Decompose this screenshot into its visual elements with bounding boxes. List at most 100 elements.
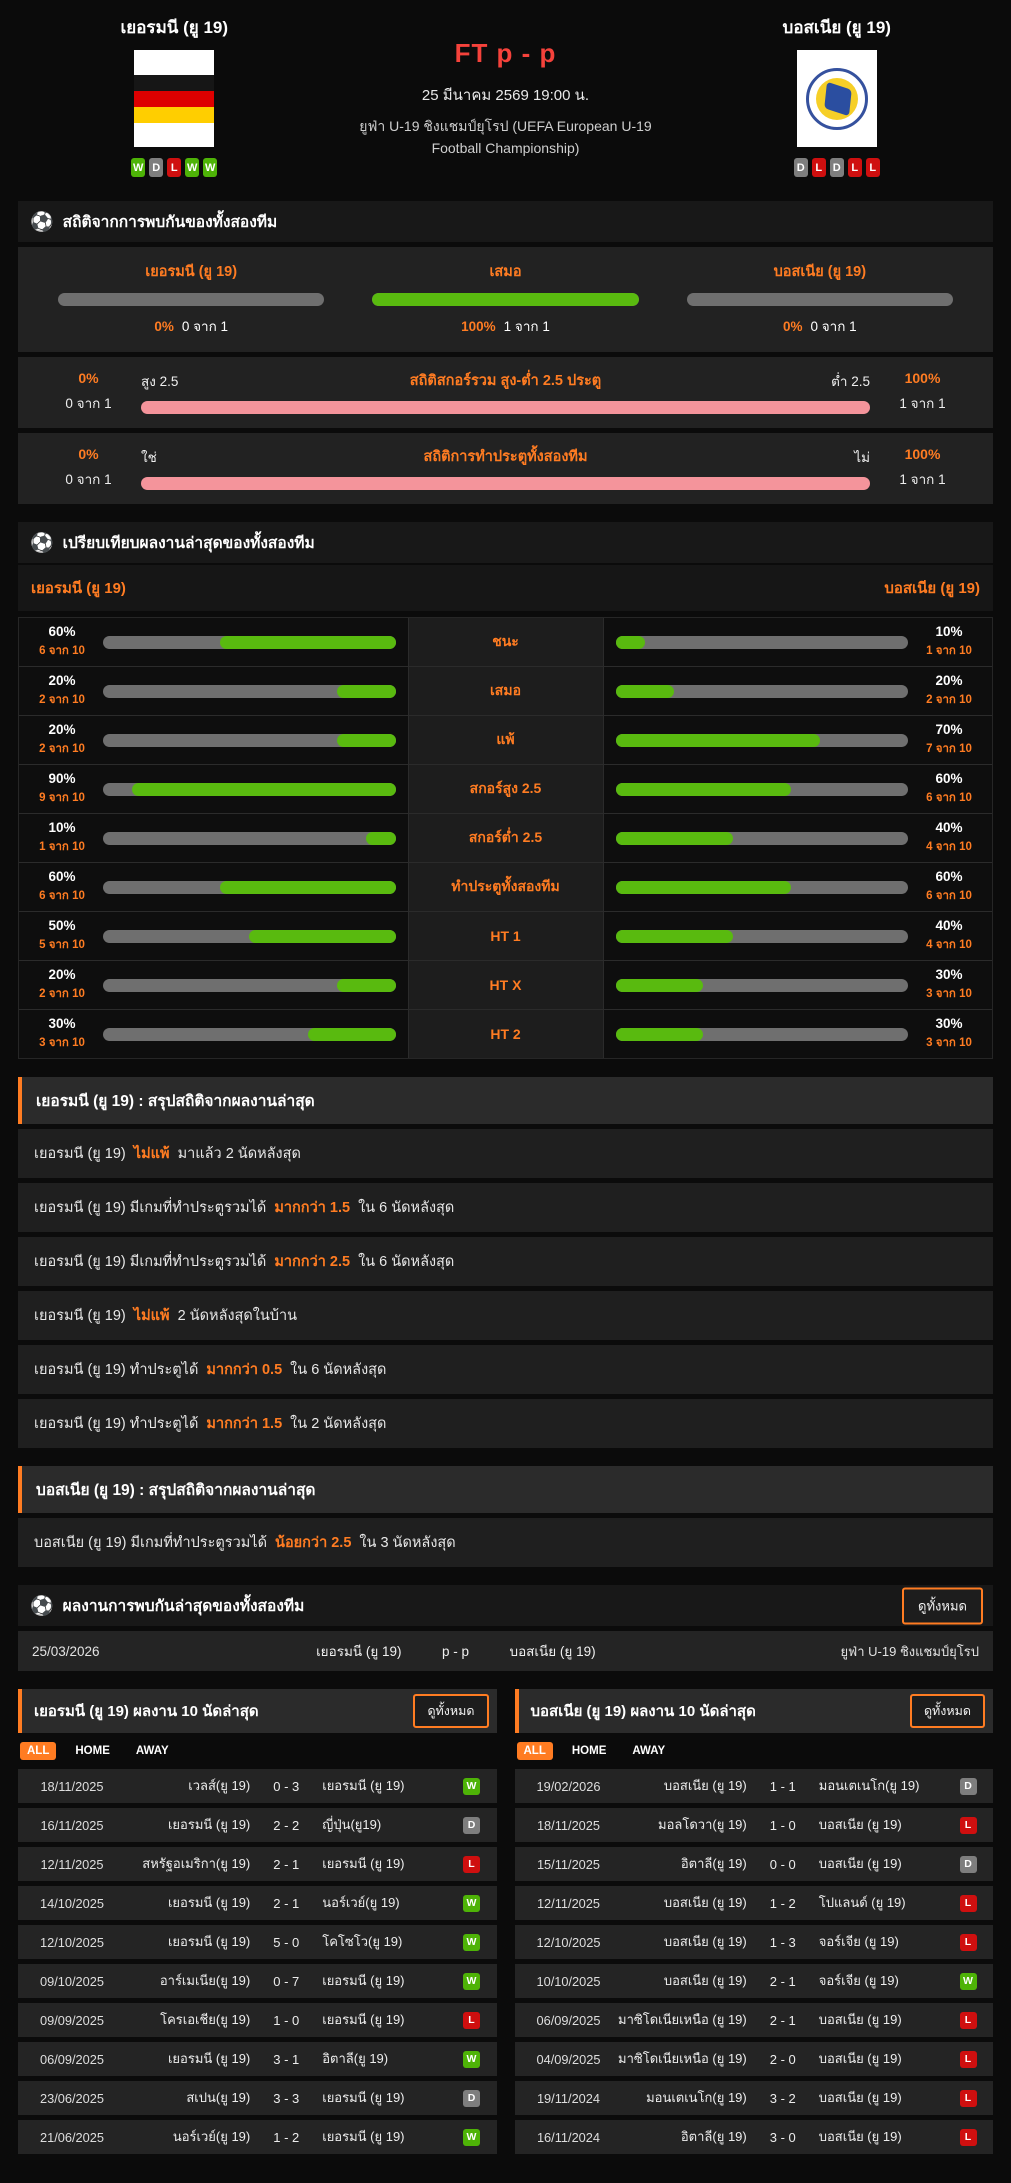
match-date: 12/11/2025 <box>525 1896 613 1911</box>
match-score: p - p <box>416 1644 496 1659</box>
match-row[interactable]: 06/09/2025มาซิโดเนียเหนือ (ยู 19)2 - 1บอ… <box>515 2003 994 2037</box>
result-badge-wrap: L <box>953 1817 983 1834</box>
ou-bar-block: สูง 2.5 สถิติสกอร์รวม สูง-ต่ำ 2.5 ประตู … <box>141 369 870 414</box>
home-stat-values: 50%5 จาก 10 <box>31 918 93 954</box>
h2h-result-card: เยอรมนี (ยู 19) 0%0 จาก 1 เสมอ 100%1 จาก… <box>18 247 993 352</box>
away-filter-tabs: ALL HOME AWAY <box>515 1733 994 1769</box>
match-row[interactable]: 12/11/2025สหรัฐอเมริกา(ยู 19)2 - 1เยอรมน… <box>18 1847 497 1881</box>
match-row[interactable]: 23/06/2025สเปน(ยู 19)3 - 3เยอรมนี (ยู 19… <box>18 2081 497 2115</box>
match-row[interactable]: 15/11/2025อิตาลี(ยู 19)0 - 0บอสเนีย (ยู … <box>515 1847 994 1881</box>
match-row[interactable]: 19/02/2026บอสเนีย (ยู 19)1 - 1มอนเตเนโก(… <box>515 1769 994 1803</box>
home-count: 1 จาก 10 <box>31 838 93 856</box>
match-score: 0 - 3 <box>260 1779 312 1794</box>
home-team: บอสเนีย (ยู 19) <box>613 1973 757 1990</box>
home-stat-values: 90%9 จาก 10 <box>31 771 93 807</box>
away-stat-side: 60%6 จาก 10 <box>604 765 993 813</box>
result-badge-wrap: W <box>953 1973 983 1990</box>
match-row[interactable]: 14/10/2025เยอรมนี (ยู 19)2 - 1นอร์เวย์(ย… <box>18 1886 497 1920</box>
football-icon: ⚽ <box>30 210 54 234</box>
tab-away[interactable]: AWAY <box>129 1742 176 1760</box>
match-row[interactable]: 16/11/2025เยอรมนี (ยู 19)2 - 2ญี่ปุ่น(ยู… <box>18 1808 497 1842</box>
home-team: เยอรมนี (ยู 19) <box>182 1640 416 1662</box>
away-team: บอสเนีย (ยู 19) <box>809 2051 953 2068</box>
tab-home[interactable]: HOME <box>68 1742 117 1760</box>
match-row[interactable]: 18/11/2025เวลส์(ยู 19)0 - 3เยอรมนี (ยู 1… <box>18 1769 497 1803</box>
away-bar-fill <box>616 1028 704 1041</box>
view-all-button[interactable]: ดูทั้งหมด <box>413 1694 488 1728</box>
result-badge: L <box>960 2012 977 2029</box>
home-last10-header: เยอรมนี (ยู 19) ผลงาน 10 นัดล่าสุด ดูทั้… <box>18 1689 497 1733</box>
match-score: 1 - 0 <box>260 2013 312 2028</box>
home-stat-values: 30%3 จาก 10 <box>31 1016 93 1052</box>
tab-away[interactable]: AWAY <box>625 1742 672 1760</box>
tab-home[interactable]: HOME <box>565 1742 614 1760</box>
match-row[interactable]: 06/09/2025เยอรมนี (ยู 19)3 - 1อิตาลี(ยู … <box>18 2042 497 2076</box>
home-stat-side: 90%9 จาก 10 <box>19 765 408 813</box>
match-row[interactable]: 10/10/2025บอสเนีย (ยู 19)2 - 1จอร์เจีย (… <box>515 1964 994 1998</box>
home-stat-side: 60%6 จาก 10 <box>19 863 408 911</box>
match-score: 2 - 2 <box>260 1818 312 1833</box>
match-row[interactable]: 04/09/2025มาซิโดเนียเหนือ (ยู 19)2 - 0บอ… <box>515 2042 994 2076</box>
away-stat-values: 30%3 จาก 10 <box>918 967 980 1003</box>
match-row[interactable]: 16/11/2024อิตาลี(ยู 19)3 - 0บอสเนีย (ยู … <box>515 2120 994 2154</box>
btts-no-label: ไม่ <box>588 446 870 468</box>
bosnia-crest-icon <box>797 50 877 147</box>
view-all-button[interactable]: ดูทั้งหมด <box>902 1587 983 1624</box>
result-badge: L <box>960 1817 977 1834</box>
match-row[interactable]: 09/09/2025โครเอเชีย(ยู 19)1 - 0เยอรมนี (… <box>18 2003 497 2037</box>
away-team: ญี่ปุ่น(ยู19) <box>312 1817 456 1834</box>
result-badge: L <box>960 2129 977 2146</box>
match-row[interactable]: 12/11/2025บอสเนีย (ยู 19)1 - 2โปแลนด์ (ย… <box>515 1886 994 1920</box>
h2h-match-row[interactable]: 25/03/2026 เยอรมนี (ยู 19) p - p บอสเนีย… <box>18 1631 993 1671</box>
match-score: 2 - 1 <box>260 1896 312 1911</box>
match-row[interactable]: 21/06/2025นอร์เวย์(ยู 19)1 - 2เยอรมนี (ย… <box>18 2120 497 2154</box>
h2h-home-bar <box>58 293 324 306</box>
match-score: 2 - 1 <box>757 1974 809 1989</box>
away-stat-side: 20%2 จาก 10 <box>604 667 993 715</box>
form-result-badge: D <box>149 158 163 177</box>
match-row[interactable]: 12/10/2025บอสเนีย (ยู 19)1 - 3จอร์เจีย (… <box>515 1925 994 1959</box>
form-result-badge: D <box>830 158 844 177</box>
match-row[interactable]: 19/11/2024มอนเตเนโก(ยู 19)3 - 2บอสเนีย (… <box>515 2081 994 2115</box>
away-count: 2 จาก 10 <box>918 691 980 709</box>
h2h-draw-cell: เสมอ 100%1 จาก 1 <box>372 260 638 337</box>
match-date: 16/11/2025 <box>28 1818 116 1833</box>
match-row[interactable]: 09/10/2025อาร์เมเนีย(ยู 19)0 - 7เยอรมนี … <box>18 1964 497 1998</box>
home-stat-side: 20%2 จาก 10 <box>19 716 408 764</box>
result-badge-wrap: W <box>457 2129 487 2146</box>
home-stat-bar <box>103 979 396 992</box>
summary-highlight: น้อยกว่า 2.5 <box>275 1535 351 1551</box>
ou-title: สถิติสกอร์รวม สูง-ต่ำ 2.5 ประตู <box>410 369 601 392</box>
tab-all[interactable]: ALL <box>517 1742 553 1760</box>
home-count: 6 จาก 10 <box>31 642 93 660</box>
result-badge-wrap: W <box>457 1778 487 1795</box>
away-percent: 30% <box>918 1016 980 1031</box>
btts-yes-label: ใช่ <box>141 446 423 468</box>
result-badge-wrap: L <box>953 1895 983 1912</box>
summary-highlight: มากกว่า 0.5 <box>206 1362 282 1378</box>
away-team: เยอรมนี (ยู 19) <box>312 1973 456 1990</box>
away-count: 3 จาก 10 <box>918 1034 980 1052</box>
result-badge-wrap: D <box>457 2090 487 2107</box>
home-stat-side: 20%2 จาก 10 <box>19 961 408 1009</box>
home-team: เยอรมนี (ยู 19) <box>116 1934 260 1951</box>
away-bar-fill <box>616 734 821 747</box>
home-count: 3 จาก 10 <box>31 1034 93 1052</box>
summary-highlight: มากกว่า 1.5 <box>274 1200 350 1216</box>
home-team: มอนเตเนโก(ยู 19) <box>613 2090 757 2107</box>
match-score: 1 - 1 <box>757 1779 809 1794</box>
result-badge-wrap: D <box>457 1817 487 1834</box>
match-row[interactable]: 18/11/2025มอลโดวา(ยู 19)1 - 0บอสเนีย (ยู… <box>515 1808 994 1842</box>
summary-highlight: ไม่แพ้ <box>134 1146 170 1162</box>
away-count: 3 จาก 10 <box>918 985 980 1003</box>
match-info: FT p - p 25 มีนาคม 2569 19:00 น. ยูฟ่า U… <box>291 14 721 177</box>
tab-all[interactable]: ALL <box>20 1742 56 1760</box>
home-count: 9 จาก 10 <box>31 789 93 807</box>
match-date: 06/09/2025 <box>525 2013 613 2028</box>
home-count: 2 จาก 10 <box>31 691 93 709</box>
away-count: 4 จาก 10 <box>918 838 980 856</box>
match-date: 12/10/2025 <box>28 1935 116 1950</box>
match-row[interactable]: 12/10/2025เยอรมนี (ยู 19)5 - 0โคโซโว(ยู … <box>18 1925 497 1959</box>
home-team: โครเอเชีย(ยู 19) <box>116 2012 260 2029</box>
view-all-button[interactable]: ดูทั้งหมด <box>910 1694 985 1728</box>
